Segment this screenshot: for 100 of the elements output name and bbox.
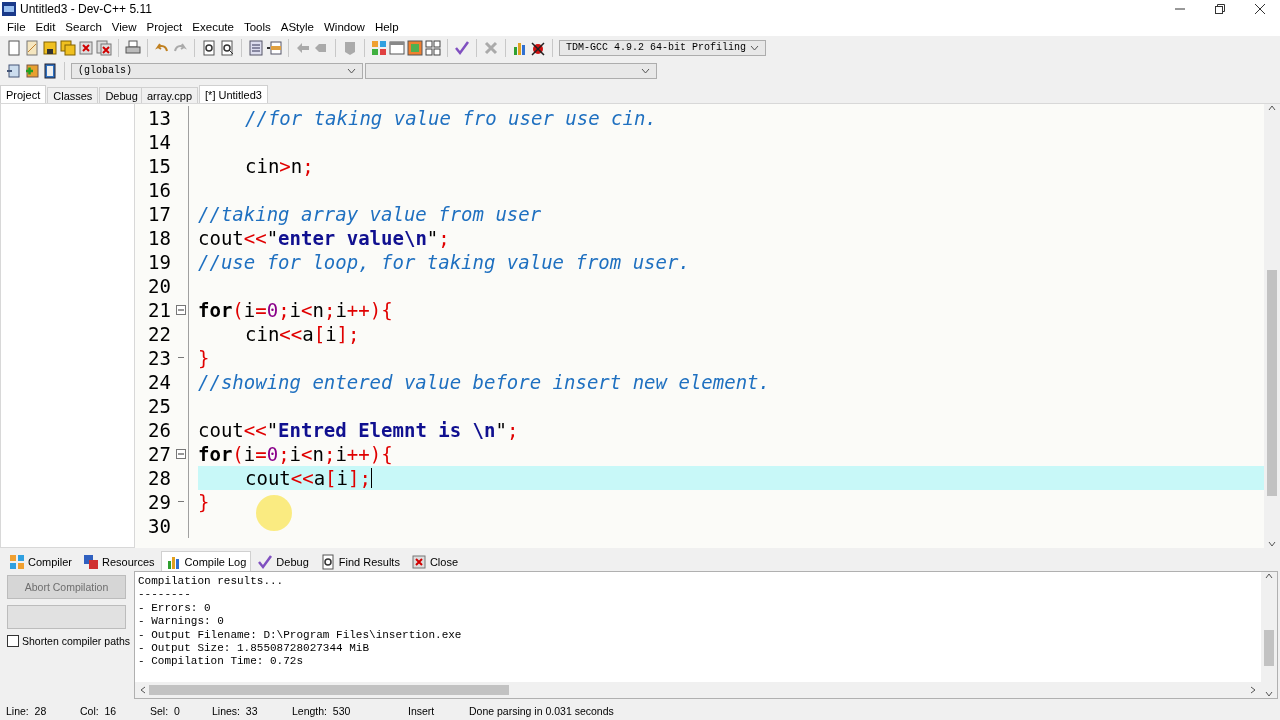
close-file-icon[interactable] — [78, 39, 94, 56]
line-number: 26 — [147, 419, 172, 441]
save-all-icon[interactable] — [60, 39, 76, 56]
file-tab[interactable]: [*] Untitled3 — [199, 85, 268, 103]
windows-icon[interactable] — [83, 553, 99, 570]
status-message: Done parsing in 0.031 seconds — [468, 705, 615, 717]
output-tab[interactable]: Resources — [78, 551, 160, 571]
menu-item[interactable]: AStyle — [275, 21, 319, 33]
indent-icon[interactable] — [248, 39, 264, 56]
tiles-icon[interactable] — [425, 39, 441, 56]
line-number: 28 — [147, 467, 172, 489]
text-caret — [370, 468, 372, 488]
status-field: Col: 16 — [74, 705, 144, 717]
log-line: - Output Filename: D:\Program Files\insertion.exe — [138, 628, 463, 643]
code-editor[interactable] — [135, 103, 1280, 548]
menu-item[interactable]: Execute — [187, 21, 239, 33]
grid-icon[interactable] — [9, 553, 25, 570]
panel-tab[interactable]: Classes — [47, 87, 99, 103]
chevron-down-icon[interactable] — [1265, 690, 1273, 698]
replace-icon[interactable] — [219, 39, 235, 56]
vertical-scrollbar[interactable] — [1264, 104, 1280, 548]
menu-item[interactable]: Search — [60, 21, 107, 33]
menu-item[interactable]: Help — [369, 21, 404, 33]
scrollbar-thumb[interactable] — [1264, 630, 1274, 666]
class-icon[interactable] — [6, 62, 22, 79]
code-line: cin>n; — [245, 155, 314, 177]
output-tab[interactable]: Compile Log — [160, 551, 252, 571]
line-number: 15 — [147, 155, 172, 177]
grid-icon[interactable] — [371, 39, 387, 56]
window-title: Untitled3 - Dev-C++ 5.11 — [20, 2, 153, 16]
layout-icon[interactable] — [407, 39, 423, 56]
window-icon[interactable] — [389, 39, 405, 56]
line-number: 25 — [147, 395, 172, 417]
chevron-down-icon — [641, 67, 650, 74]
output-tab[interactable]: Find Results — [314, 551, 405, 571]
menu-item[interactable]: Tools — [238, 21, 276, 33]
line-number: 14 — [147, 131, 172, 153]
vertical-scrollbar[interactable] — [1261, 572, 1277, 698]
compiler-select[interactable]: TDM-GCC 4.9.2 64-bit Profiling — [559, 39, 766, 56]
close-all-icon[interactable] — [96, 39, 112, 56]
check-icon[interactable] — [257, 553, 274, 570]
output-tab[interactable]: Debug — [252, 551, 314, 571]
add-icon[interactable] — [24, 62, 40, 79]
chevron-right-icon[interactable] — [1249, 686, 1257, 694]
code-line: //use for loop, for taking value from user. — [198, 251, 690, 273]
scope-select[interactable]: (globals) — [71, 62, 363, 79]
close-icon[interactable] — [410, 553, 427, 570]
chevron-left-icon[interactable] — [139, 686, 147, 694]
code-line: //for taking value fro user use cin. — [245, 107, 657, 129]
menu-item[interactable]: View — [106, 21, 142, 33]
save-icon[interactable] — [42, 39, 58, 56]
line-number: 27 — [147, 443, 172, 465]
line-number: 19 — [147, 251, 172, 273]
bug-icon[interactable] — [530, 39, 546, 56]
chevron-down-icon — [347, 67, 356, 74]
chevron-up-icon[interactable] — [1268, 104, 1276, 112]
line-number: 29 — [147, 491, 172, 513]
log-line: Compilation results... — [138, 575, 285, 589]
checkbox-label: Shorten compiler paths — [22, 635, 130, 647]
status-field: Lines: 33 — [206, 705, 286, 717]
fold-toggle-icon[interactable] — [176, 449, 186, 459]
code-line: cin<<a[i]; — [245, 323, 360, 345]
line-number: 23 — [147, 347, 172, 369]
line-number: 13 — [147, 107, 172, 129]
panel-tab[interactable]: Debug — [99, 87, 144, 103]
check-icon[interactable] — [454, 39, 470, 56]
status-mode: Insert — [407, 705, 436, 717]
chevron-down-icon — [750, 44, 759, 51]
close-icon — [1255, 4, 1265, 14]
chevron-down-icon[interactable] — [1268, 540, 1276, 548]
book-icon[interactable] — [42, 62, 58, 79]
output-tab[interactable]: Compiler — [4, 551, 77, 571]
unindent-icon[interactable] — [266, 39, 282, 56]
code-line: cout<<"Entred Elemnt is \n"; — [198, 419, 519, 441]
menu-item[interactable]: Project — [141, 21, 188, 33]
scrollbar-thumb[interactable] — [149, 685, 509, 695]
checkbox[interactable] — [7, 635, 19, 647]
find-icon[interactable] — [201, 39, 217, 56]
output-tab[interactable]: Close — [405, 551, 464, 571]
scrollbar-thumb[interactable] — [1267, 270, 1277, 496]
chevron-up-icon[interactable] — [1265, 572, 1273, 580]
file-tab[interactable]: array.cpp — [141, 87, 199, 103]
menu-item[interactable]: Edit — [30, 21, 61, 33]
menu-item[interactable]: Window — [319, 21, 370, 33]
new-file-icon[interactable] — [6, 39, 22, 56]
menu-item[interactable]: File — [2, 21, 31, 33]
line-number: 21 — [147, 299, 172, 321]
line-number: 16 — [147, 179, 172, 201]
line-number: 20 — [147, 275, 172, 297]
find-icon[interactable] — [319, 553, 336, 570]
horizontal-scrollbar[interactable] — [135, 682, 1261, 698]
status-field: Sel: 0 — [144, 705, 206, 717]
print-icon[interactable] — [125, 39, 141, 56]
log-line: - Output Size: 1.85508728027344 MiB — [138, 642, 371, 656]
status-field: Length: 530 — [286, 705, 402, 717]
fold-toggle-icon[interactable] — [176, 305, 186, 315]
code-line: } — [198, 347, 210, 369]
panel-tab[interactable]: Project — [0, 85, 47, 103]
code-line: //showing entered value before insert new element. — [198, 371, 770, 393]
status-field: Line: 28 — [0, 705, 74, 717]
